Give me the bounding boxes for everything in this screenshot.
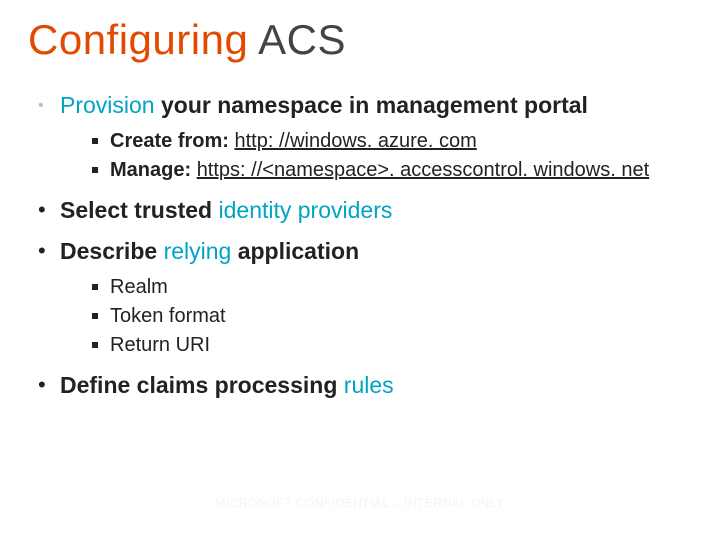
sub-manage: Manage: https: //<namespace>. accesscont… [90, 156, 692, 185]
slide-title: Configuring ACS [28, 18, 692, 62]
bullet-provision: Provision your namespace in management p… [32, 90, 692, 185]
sub-create-link[interactable]: http: //windows. azure. com [234, 130, 476, 152]
bullet-list: Provision your namespace in management p… [32, 90, 692, 401]
bullet-provision-lead: Provision [60, 92, 155, 118]
bullet-define-accent: rules [344, 372, 394, 398]
bullet-describe-accent: relying [164, 238, 232, 264]
slide: Configuring ACS Provision your namespace… [0, 0, 720, 540]
bullet-describe-lead: Describe [60, 238, 164, 264]
bullet-provision-rest: your namespace in management portal [155, 92, 588, 118]
sub-create-label: Create from: [110, 130, 234, 152]
slide-body: Provision your namespace in management p… [28, 90, 692, 401]
sub-return-uri: Return URI [90, 331, 692, 360]
sub-token-format: Token format [90, 302, 692, 331]
sub-realm: Realm [90, 273, 692, 302]
bullet-define-rules: Define claims processing rules [32, 370, 692, 401]
describe-sublist: Realm Token format Return URI [60, 273, 692, 360]
footer-confidential: MICROSOFT CONFIDENTIAL – INTERNAL ONLY [0, 496, 720, 510]
title-part-2: ACS [258, 16, 346, 63]
sub-manage-link[interactable]: https: //<namespace>. accesscontrol. win… [197, 159, 649, 181]
bullet-select-trusted: Select trusted identity providers [32, 195, 692, 226]
bullet-define-lead: Define claims processing [60, 372, 344, 398]
bullet-describe-rest: application [231, 238, 359, 264]
sub-manage-label: Manage: [110, 159, 197, 181]
bullet-select-lead: Select trusted [60, 197, 219, 223]
bullet-select-accent: identity providers [219, 197, 393, 223]
sub-create-from: Create from: http: //windows. azure. com [90, 127, 692, 156]
provision-sublist: Create from: http: //windows. azure. com… [60, 127, 692, 185]
title-part-1: Configuring [28, 16, 258, 63]
bullet-describe: Describe relying application Realm Token… [32, 236, 692, 360]
